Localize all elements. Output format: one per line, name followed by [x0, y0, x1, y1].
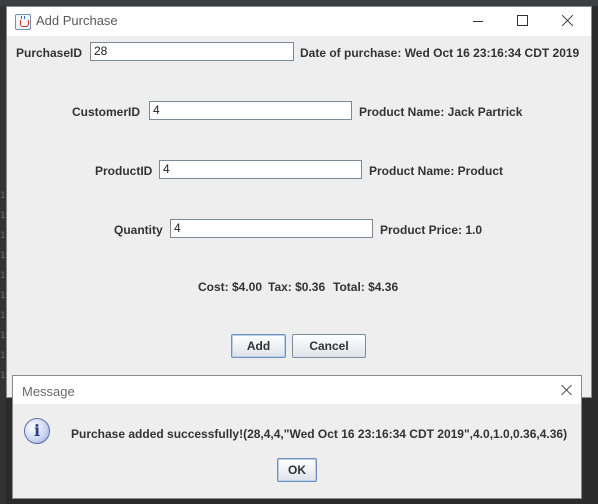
product-id-label: ProductID [95, 164, 153, 178]
close-button[interactable] [545, 7, 591, 36]
total-label: Total: $4.36 [333, 280, 399, 294]
product-id-field[interactable]: 4 [159, 160, 362, 179]
quantity-label: Quantity [114, 223, 163, 237]
message-text: Purchase added successfully!(28,4,4,"Wed… [71, 427, 568, 441]
add-button[interactable]: Add [231, 334, 286, 358]
product-price-label: Product Price: 1.0 [380, 223, 483, 237]
add-purchase-window: Add Purchase PurchaseID 28 Date of purch… [6, 6, 592, 398]
ok-button[interactable]: OK [277, 458, 317, 482]
cancel-button[interactable]: Cancel [292, 334, 366, 358]
window-title: Add Purchase [36, 13, 118, 28]
cost-label: Cost: $4.00 [198, 280, 263, 294]
message-dialog: Message i Purchase added successfully!(2… [12, 375, 582, 499]
purchase-id-label: PurchaseID [16, 46, 83, 60]
message-titlebar[interactable]: Message [13, 376, 581, 404]
window-titlebar[interactable]: Add Purchase [7, 7, 591, 36]
message-title: Message [22, 384, 75, 399]
purchase-id-field[interactable]: 28 [90, 42, 294, 61]
quantity-field[interactable]: 4 [170, 219, 373, 238]
date-of-purchase-label: Date of purchase: Wed Oct 16 23:16:34 CD… [300, 46, 580, 60]
customer-id-label: CustomerID [72, 105, 141, 119]
maximize-button[interactable] [500, 7, 546, 36]
java-app-icon [15, 14, 31, 30]
message-close-button[interactable] [553, 376, 581, 404]
info-icon: i [24, 418, 50, 444]
tax-label: Tax: $0.36 [268, 280, 326, 294]
customer-name-label: Product Name: Jack Partrick [359, 105, 523, 119]
customer-id-field[interactable]: 4 [149, 101, 352, 120]
minimize-button[interactable] [455, 7, 501, 36]
product-name-label: Product Name: Product [369, 164, 504, 178]
